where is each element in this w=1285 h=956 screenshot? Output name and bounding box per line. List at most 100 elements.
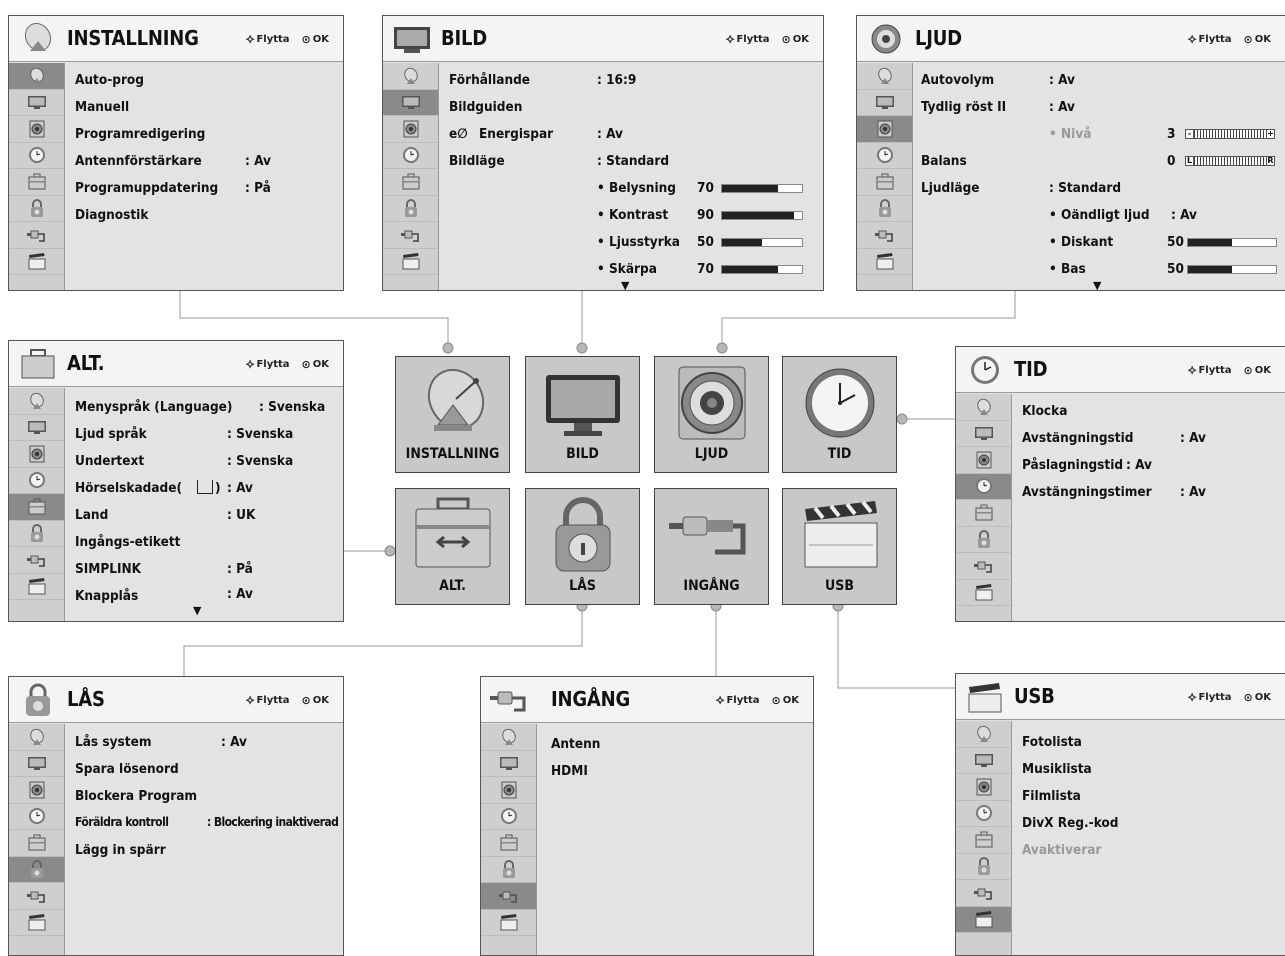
- menu-item-level[interactable]: • Skärpa: [597, 261, 657, 277]
- menu-item-las-system[interactable]: Lås system: [75, 734, 151, 750]
- menu-item-ingangs-etikett[interactable]: Ingångs-etikett: [75, 534, 180, 550]
- sidebar-category-av-plug[interactable]: [956, 553, 1011, 580]
- sidebar-category-speaker[interactable]: [956, 774, 1011, 801]
- sidebar-category-padlock[interactable]: [956, 527, 1011, 553]
- sidebar-category-speaker[interactable]: [9, 777, 64, 804]
- menu-item-klocka[interactable]: Klocka: [1022, 403, 1067, 419]
- level-slider[interactable]: [721, 184, 803, 193]
- sidebar-category-satellite-dish[interactable]: [9, 724, 64, 751]
- sidebar-category-padlock[interactable]: [9, 856, 64, 883]
- sidebar-category-clapperboard[interactable]: [9, 574, 64, 600]
- sidebar-category-clapperboard[interactable]: [9, 910, 64, 936]
- sidebar-category-clock[interactable]: [956, 801, 1011, 827]
- sidebar-category-satellite-dish[interactable]: [481, 724, 536, 751]
- sidebar-category-clapperboard[interactable]: [956, 906, 1011, 933]
- sidebar-category-clock[interactable]: [9, 804, 64, 830]
- menu-item-antennforstarkare[interactable]: Antennförstärkare: [75, 153, 202, 169]
- sidebar-category-av-plug[interactable]: [383, 222, 438, 249]
- niva-scale[interactable]: - +: [1185, 129, 1275, 139]
- menu-item-programuppdatering[interactable]: Programuppdatering: [75, 180, 218, 196]
- tile-ljud[interactable]: LJUD: [654, 356, 769, 473]
- sidebar-category-padlock[interactable]: [9, 196, 64, 222]
- menu-item-diagnostik[interactable]: Diagnostik: [75, 207, 148, 223]
- menu-item-ljud-sprak[interactable]: Ljud språk: [75, 426, 147, 442]
- sidebar-category-toolbox[interactable]: [956, 500, 1011, 527]
- tile-installning[interactable]: INSTALLNING: [395, 356, 510, 473]
- level-slider[interactable]: [1187, 238, 1277, 247]
- sidebar-category-speaker[interactable]: [481, 777, 536, 804]
- sidebar-category-clock[interactable]: [9, 468, 64, 494]
- sidebar-category-tv[interactable]: [9, 90, 64, 116]
- menu-item-level[interactable]: • Diskant: [1049, 234, 1113, 250]
- menu-item-bildguiden[interactable]: Bildguiden: [449, 99, 522, 115]
- sidebar-category-satellite-dish[interactable]: [9, 388, 64, 415]
- menu-item-undertext[interactable]: Undertext: [75, 453, 144, 469]
- menu-item-divx-reg-kod[interactable]: DivX Reg.-kod: [1022, 815, 1118, 831]
- sidebar-category-av-plug[interactable]: [9, 883, 64, 910]
- menu-item-menysprak[interactable]: Menyspråk (Language): [75, 399, 232, 415]
- sidebar-category-satellite-dish[interactable]: [383, 63, 438, 90]
- menu-item-hdmi[interactable]: HDMI: [551, 763, 588, 779]
- scroll-down-arrow[interactable]: ▼: [621, 279, 629, 290]
- sidebar-category-av-plug[interactable]: [9, 222, 64, 249]
- sidebar-category-toolbox[interactable]: [9, 494, 64, 521]
- sidebar-category-satellite-dish[interactable]: [956, 394, 1011, 421]
- scroll-down-arrow[interactable]: ▼: [193, 604, 201, 617]
- tile-bild[interactable]: BILD: [525, 356, 640, 473]
- menu-item-land[interactable]: Land: [75, 507, 108, 523]
- sidebar-category-toolbox[interactable]: [956, 827, 1011, 854]
- level-slider[interactable]: [1187, 265, 1277, 274]
- sidebar-category-clapperboard[interactable]: [9, 249, 64, 275]
- sidebar-category-tv[interactable]: [956, 748, 1011, 774]
- sidebar-category-clapperboard[interactable]: [857, 249, 912, 275]
- sidebar-category-clapperboard[interactable]: [481, 910, 536, 936]
- menu-item-autovolym[interactable]: Autovolym: [921, 72, 994, 88]
- sidebar-category-tv[interactable]: [481, 751, 536, 777]
- level-slider[interactable]: [721, 265, 803, 274]
- menu-item-knapplas[interactable]: Knapplås: [75, 588, 138, 604]
- menu-item-foraldra-kontroll[interactable]: Föräldra kontroll: [75, 815, 169, 829]
- menu-item-lagg-in-sparr[interactable]: Lägg in spärr: [75, 842, 166, 858]
- menu-item-avaktiverar[interactable]: Avaktiverar: [1022, 842, 1101, 858]
- sidebar-category-av-plug[interactable]: [9, 547, 64, 574]
- menu-item-avstangningstimer[interactable]: Avstängningstimer: [1022, 484, 1152, 500]
- sidebar-category-speaker[interactable]: [9, 116, 64, 143]
- menu-item-avstangningstid[interactable]: Avstängningstid: [1022, 430, 1133, 446]
- sidebar-category-clock[interactable]: [857, 143, 912, 169]
- menu-item-level[interactable]: • Ljusstyrka: [597, 234, 680, 250]
- scroll-down-arrow[interactable]: ▼: [1093, 279, 1101, 290]
- sidebar-category-clapperboard[interactable]: [956, 580, 1011, 606]
- menu-item-paslagningstid[interactable]: Påslagningstid: [1022, 457, 1123, 473]
- tile-las[interactable]: LÅS: [525, 488, 640, 605]
- tile-alt[interactable]: ALT.: [395, 488, 510, 605]
- sidebar-category-clapperboard[interactable]: [383, 249, 438, 275]
- menu-item-energispar[interactable]: Energispar: [479, 126, 553, 142]
- menu-item-simplink[interactable]: SIMPLINK: [75, 561, 141, 577]
- menu-item-level[interactable]: • Belysning: [597, 180, 676, 196]
- menu-item-niva[interactable]: • Nivå: [1049, 126, 1091, 142]
- level-slider[interactable]: [721, 238, 803, 247]
- menu-item-balans[interactable]: Balans: [921, 153, 967, 169]
- menu-item-spara-losenord[interactable]: Spara lösenord: [75, 761, 179, 777]
- sidebar-category-padlock[interactable]: [857, 196, 912, 222]
- menu-item-filmlista[interactable]: Filmlista: [1022, 788, 1081, 804]
- menu-item-ljudlage[interactable]: Ljudläge: [921, 180, 980, 196]
- sidebar-category-av-plug[interactable]: [956, 880, 1011, 907]
- menu-item-antenn[interactable]: Antenn: [551, 736, 600, 752]
- sidebar-category-toolbox[interactable]: [481, 830, 536, 857]
- tile-ingang[interactable]: INGÅNG: [654, 488, 769, 605]
- menu-item-auto-prog[interactable]: Auto-prog: [75, 72, 144, 88]
- sidebar-category-av-plug[interactable]: [481, 883, 536, 910]
- menu-item-horselskadade[interactable]: Hörselskadade(: [75, 480, 182, 496]
- sidebar-category-av-plug[interactable]: [857, 222, 912, 249]
- menu-item-bildlage[interactable]: Bildläge: [449, 153, 505, 169]
- sidebar-category-padlock[interactable]: [481, 857, 536, 883]
- sidebar-category-satellite-dish[interactable]: [9, 63, 64, 90]
- sidebar-category-speaker[interactable]: [956, 447, 1011, 474]
- sidebar-category-toolbox[interactable]: [9, 169, 64, 196]
- sidebar-category-toolbox[interactable]: [857, 169, 912, 196]
- sidebar-category-clock[interactable]: [956, 473, 1011, 500]
- sidebar-category-tv[interactable]: [956, 421, 1011, 447]
- sidebar-category-tv[interactable]: [857, 90, 912, 116]
- menu-item-programredigering[interactable]: Programredigering: [75, 126, 205, 142]
